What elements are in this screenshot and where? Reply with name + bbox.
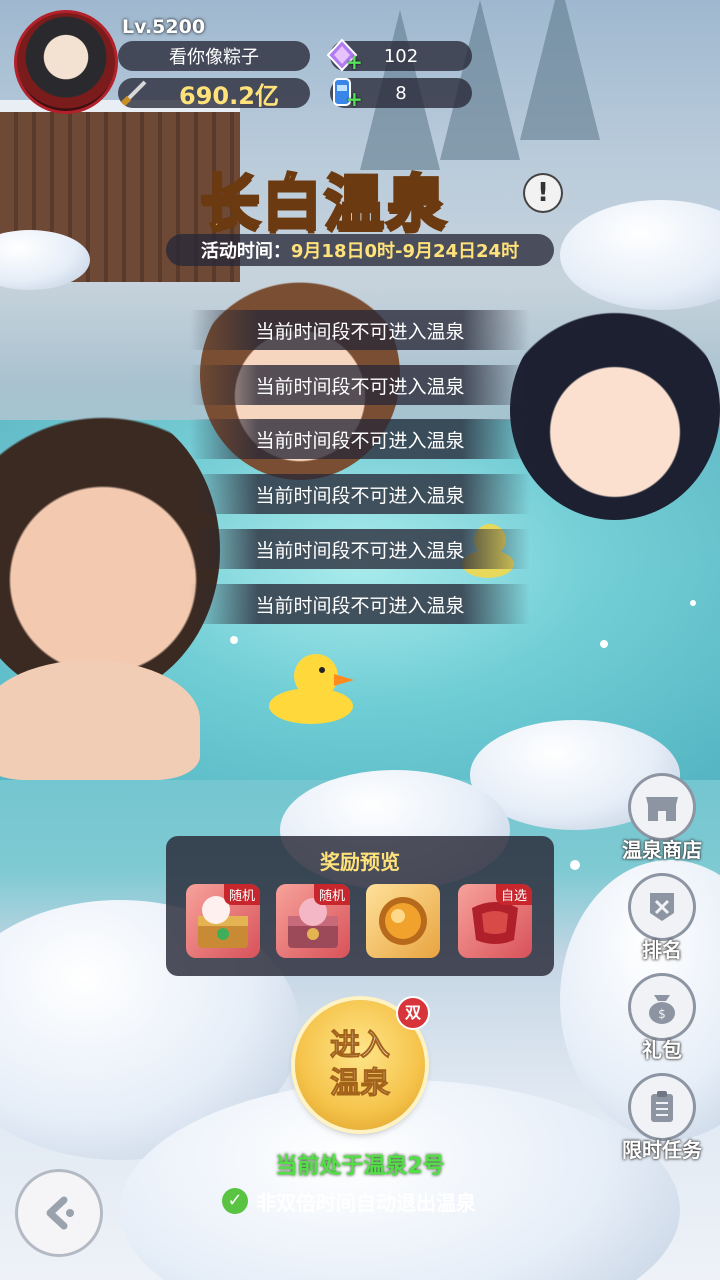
dark-hair-boy <box>510 300 720 520</box>
player-power: 690.2亿 <box>179 81 279 110</box>
notice-message: 当前时间段不可进入温泉 <box>190 584 530 624</box>
double-badge: 双 <box>396 996 430 1030</box>
gift-bag-label: 礼包 <box>642 1038 682 1062</box>
player-avatar[interactable] <box>14 10 118 114</box>
enter-button-label: 进入温泉 <box>330 1028 391 1102</box>
notice-message: 当前时间段不可进入温泉 <box>190 310 530 350</box>
auto-exit-label: 非双倍时间自动退出温泉 <box>256 1190 476 1215</box>
svg-text:$: $ <box>658 1007 666 1021</box>
can-count: 8 <box>395 82 407 104</box>
snowflake <box>600 640 608 648</box>
event-title: 长白温泉 <box>199 168 448 241</box>
notice-message: 当前时间段不可进入温泉 <box>190 529 530 569</box>
gift-bag-icon: $ <box>631 976 693 1038</box>
ranking-icon <box>631 876 693 938</box>
golden-orb-icon <box>379 897 427 945</box>
limited-task-label: 限时任务 <box>622 1138 702 1162</box>
snow-rock <box>560 200 720 310</box>
rubber-duck <box>266 650 356 726</box>
notice-message: 当前时间段不可进入温泉 <box>190 474 530 514</box>
reward-preview-title: 奖励预览 <box>320 850 400 874</box>
notice-message: 当前时间段不可进入温泉 <box>190 419 530 459</box>
snowy-tree <box>520 0 600 140</box>
reward-item-pink-chest[interactable]: 随机 <box>276 884 350 958</box>
reward-tag: 自选 <box>495 884 532 905</box>
player-level: Lv.5200 <box>122 16 206 38</box>
add-gem-icon[interactable]: + <box>346 50 363 74</box>
reward-tag: 随机 <box>223 884 260 905</box>
reward-item-golden-orb[interactable] <box>366 884 440 958</box>
gift-bag-button[interactable]: $ 礼包 <box>612 976 712 1063</box>
event-time-bar: 活动时间： 9月18日0时-9月24日24时 <box>166 234 554 266</box>
event-time-value: 9月18日0时-9月24日24时 <box>290 241 520 262</box>
sword-icon <box>117 76 151 110</box>
snowflake <box>690 600 696 606</box>
notice-message: 当前时间段不可进入温泉 <box>190 365 530 405</box>
ranking-button[interactable]: 排名 <box>612 876 712 963</box>
event-time-label: 活动时间： <box>200 241 291 262</box>
limited-task-button[interactable]: 限时任务 <box>612 1076 712 1163</box>
snowflake <box>570 860 580 870</box>
shop-button[interactable]: 温泉商店 <box>612 776 712 863</box>
checkmark-icon: ✓ <box>222 1188 248 1214</box>
reward-preview-panel: 奖励预览 随机 随机 自选 <box>166 836 554 976</box>
info-icon[interactable]: ! <box>525 175 561 211</box>
add-can-icon[interactable]: + <box>346 87 363 111</box>
reward-tag: 随机 <box>313 884 350 905</box>
ranking-label: 排名 <box>642 938 682 962</box>
back-button[interactable] <box>18 1172 100 1254</box>
gem-count: 102 <box>383 45 419 67</box>
snowflake <box>230 636 238 644</box>
back-arrow-icon <box>46 1196 74 1230</box>
player-name-bar: 看你像粽子 <box>118 41 310 71</box>
reward-item-fox-chest[interactable]: 随机 <box>186 884 260 958</box>
reward-item-red-cloth[interactable]: 自选 <box>458 884 532 958</box>
boy-shoulders <box>0 660 200 780</box>
auto-exit-toggle[interactable]: ✓ 非双倍时间自动退出温泉 <box>222 1186 476 1216</box>
player-name: 看你像粽子 <box>169 47 259 68</box>
shop-icon <box>631 776 693 838</box>
task-clipboard-icon <box>631 1076 693 1138</box>
shop-label: 温泉商店 <box>622 838 702 862</box>
